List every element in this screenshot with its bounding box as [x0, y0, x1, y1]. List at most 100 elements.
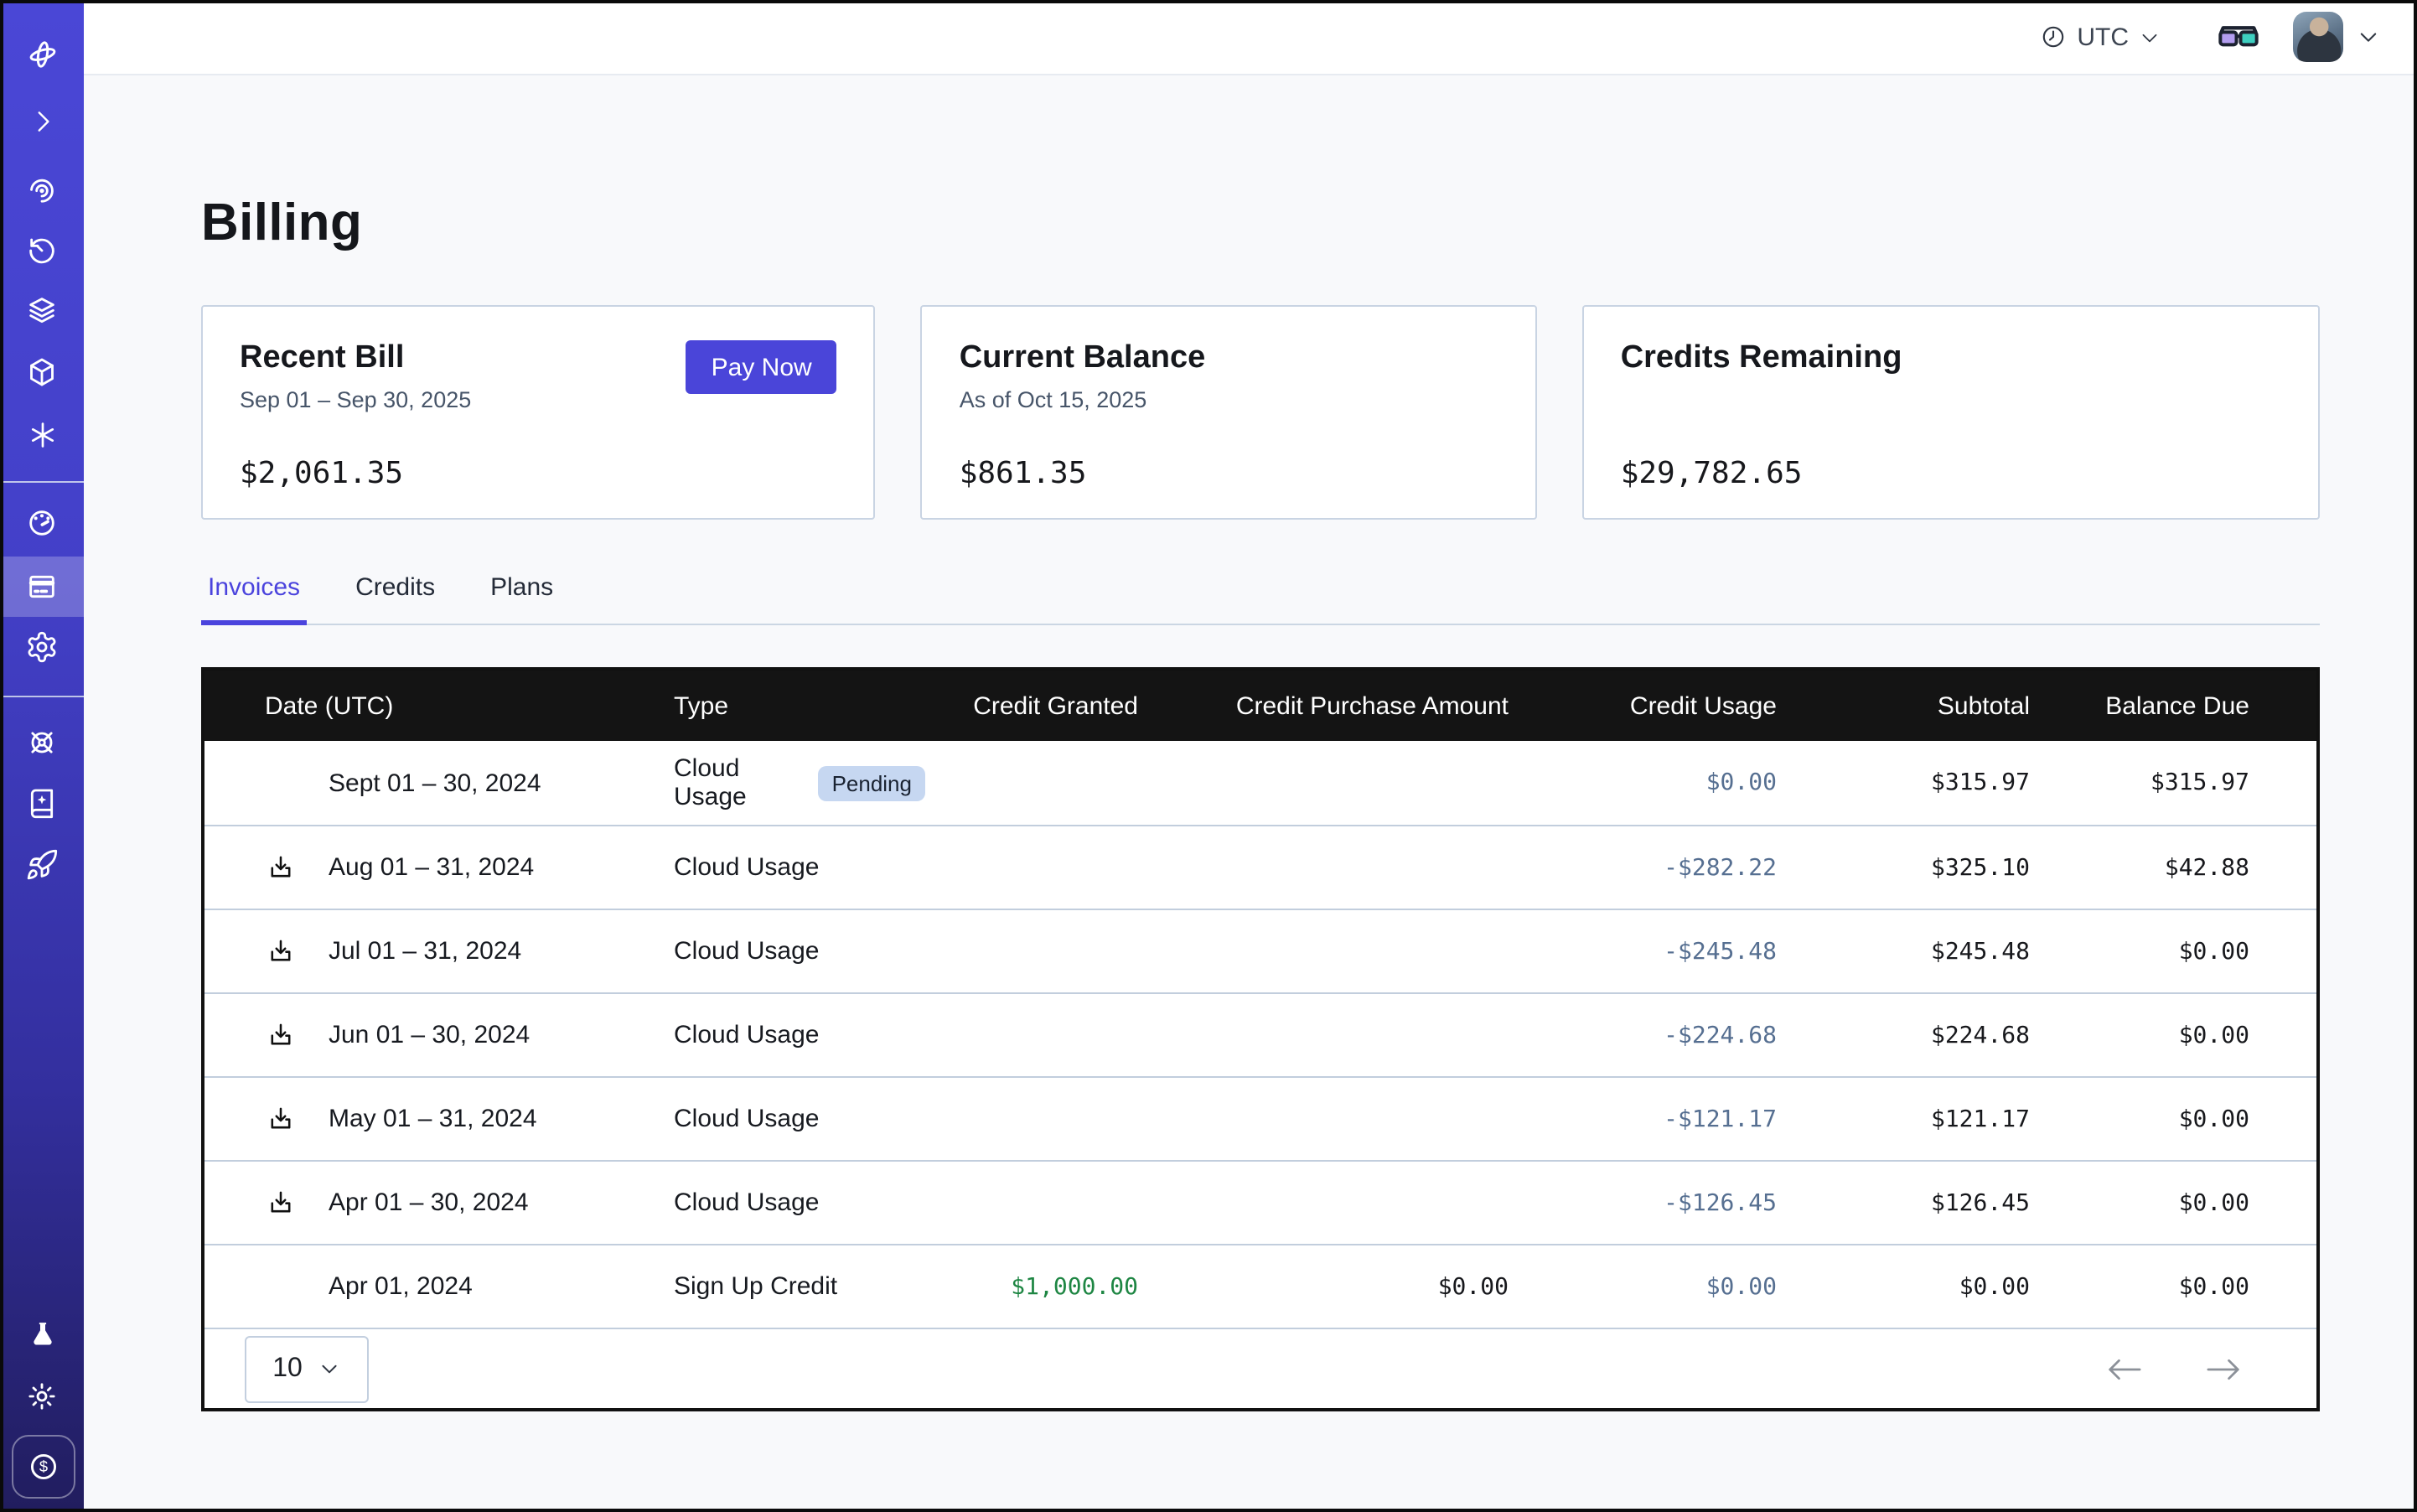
arrow-left-icon [2105, 1355, 2144, 1382]
history-icon[interactable] [0, 220, 84, 280]
tab-plans[interactable]: Plans [484, 573, 560, 625]
sidebar-divider [0, 696, 84, 697]
invoice-date: May 01 – 31, 2024 [329, 1105, 674, 1133]
next-page-button[interactable] [2204, 1355, 2243, 1382]
svg-text:$: $ [39, 1458, 48, 1475]
subtotal: $121.17 [1777, 1106, 2030, 1132]
credit-usage: -$282.22 [1509, 854, 1777, 881]
invoice-date: Apr 01 – 30, 2024 [329, 1188, 674, 1217]
invoice-date: Jul 01 – 31, 2024 [329, 937, 674, 966]
asterisk-icon[interactable] [0, 404, 84, 464]
credit-granted: $1,000.00 [925, 1273, 1138, 1300]
tab-credits[interactable]: Credits [349, 573, 442, 625]
col-date: Date (UTC) [265, 691, 674, 720]
wheel-icon[interactable] [0, 712, 84, 773]
table-row: Jul 01 – 31, 2024 Cloud Usage -$245.48 $… [204, 909, 2316, 992]
credits-remaining-amount: $29,782.65 [1621, 456, 2281, 491]
table-header: Date (UTC) Type Credit Granted Credit Pu… [204, 671, 2316, 741]
invoice-date: Sept 01 – 30, 2024 [329, 769, 674, 797]
credits-remaining-card: Credits Remaining $29,782.65 [1582, 305, 2320, 520]
settings-gear-icon[interactable] [0, 617, 84, 677]
credit-usage: $0.00 [1509, 1273, 1777, 1300]
download-invoice-button[interactable] [258, 1181, 302, 1225]
table-footer: 10 [204, 1328, 2316, 1408]
usage-gauge-icon[interactable] [0, 493, 84, 553]
invoice-type: Cloud Usage [674, 937, 819, 966]
lab-flask-icon[interactable] [0, 1304, 84, 1364]
account-menu-chevron[interactable] [2357, 25, 2380, 49]
download-invoice-button[interactable] [258, 846, 302, 889]
theme-sun-icon[interactable] [0, 1366, 84, 1427]
download-icon [266, 1188, 294, 1217]
rocket-icon[interactable] [0, 835, 84, 895]
card-title: Credits Remaining [1621, 340, 2281, 377]
download-invoice-button[interactable] [258, 1097, 302, 1141]
current-balance-card: Current Balance As of Oct 15, 2025 $861.… [921, 305, 1537, 520]
logo-icon[interactable] [0, 23, 84, 84]
credit-usage: -$224.68 [1509, 1022, 1777, 1049]
card-title: Current Balance [960, 340, 1498, 377]
col-credit-purchase: Credit Purchase Amount [1138, 691, 1509, 720]
balance-due: $0.00 [2030, 938, 2249, 965]
avatar[interactable] [2293, 12, 2343, 62]
chevron-down-icon [2357, 25, 2380, 49]
subtotal: $245.48 [1777, 938, 2030, 965]
download-icon [266, 1105, 294, 1133]
arrow-right-icon [2204, 1355, 2243, 1382]
invoice-date: Apr 01, 2024 [329, 1272, 674, 1301]
layers-icon[interactable] [0, 280, 84, 340]
table-row: Sept 01 – 30, 2024 Cloud UsagePending $0… [204, 741, 2316, 825]
tab-invoices[interactable]: Invoices [201, 573, 307, 625]
table-row: Apr 01, 2024 Sign Up Credit $1,000.00 $0… [204, 1244, 2316, 1328]
balance-due: $0.00 [2030, 1106, 2249, 1132]
summary-cards: Recent Bill Sep 01 – Sep 30, 2025 $2,061… [201, 305, 2320, 520]
status-badge: Pending [819, 765, 925, 800]
3d-glasses-icon[interactable] [2218, 23, 2259, 51]
billing-icon[interactable] [0, 557, 84, 617]
current-balance-amount: $861.35 [960, 456, 1498, 491]
chevron-down-icon [2139, 26, 2161, 48]
credit-purchase: $0.00 [1138, 1273, 1509, 1300]
pay-now-button[interactable]: Pay Now [686, 340, 837, 394]
invoice-type: Cloud Usage [674, 1188, 819, 1217]
topbar: UTC [84, 0, 2417, 75]
docs-book-icon[interactable] [0, 773, 84, 833]
subtotal: $315.97 [1777, 769, 2030, 796]
collapse-chevron-icon[interactable] [0, 91, 84, 151]
col-credit-usage: Credit Usage [1509, 691, 1777, 720]
sidebar-divider [0, 481, 84, 483]
chevron-down-icon [319, 1358, 341, 1380]
download-invoice-button[interactable] [258, 929, 302, 973]
invoice-type: Cloud Usage [674, 853, 819, 882]
balance-due: $0.00 [2030, 1189, 2249, 1216]
clock-icon [2040, 23, 2067, 50]
download-invoice-button[interactable] [258, 1013, 302, 1057]
trace-icon[interactable] [0, 159, 84, 220]
page-size-value: 10 [272, 1354, 303, 1384]
pagination-controls [2105, 1355, 2243, 1382]
col-balance-due: Balance Due [2030, 691, 2249, 720]
page-size-select[interactable]: 10 [245, 1335, 369, 1402]
cube-icon[interactable] [0, 342, 84, 402]
timezone-label: UTC [2077, 23, 2129, 51]
timezone-selector[interactable]: UTC [2040, 23, 2161, 51]
download-icon [266, 853, 294, 882]
download-icon [266, 1021, 294, 1049]
page-title: Billing [201, 193, 2320, 253]
credits-dollar-badge-icon[interactable]: $ [12, 1435, 75, 1499]
invoice-date: Jun 01 – 30, 2024 [329, 1021, 674, 1049]
credit-usage: $0.00 [1509, 769, 1777, 796]
table-row: Apr 01 – 30, 2024 Cloud Usage -$126.45 $… [204, 1160, 2316, 1244]
subtotal: $325.10 [1777, 854, 2030, 881]
download-icon [266, 937, 294, 966]
previous-page-button[interactable] [2105, 1355, 2144, 1382]
billing-tabs: Invoices Credits Plans [201, 573, 2320, 625]
invoice-date: Aug 01 – 31, 2024 [329, 853, 674, 882]
col-credit-granted: Credit Granted [925, 691, 1138, 720]
card-subtitle: As of Oct 15, 2025 [960, 387, 1498, 412]
table-row: Aug 01 – 31, 2024 Cloud Usage -$282.22 $… [204, 825, 2316, 909]
credit-usage: -$245.48 [1509, 938, 1777, 965]
invoice-type: Cloud Usage [674, 1021, 819, 1049]
recent-bill-amount: $2,061.35 [240, 456, 837, 491]
col-type: Type [674, 691, 925, 720]
